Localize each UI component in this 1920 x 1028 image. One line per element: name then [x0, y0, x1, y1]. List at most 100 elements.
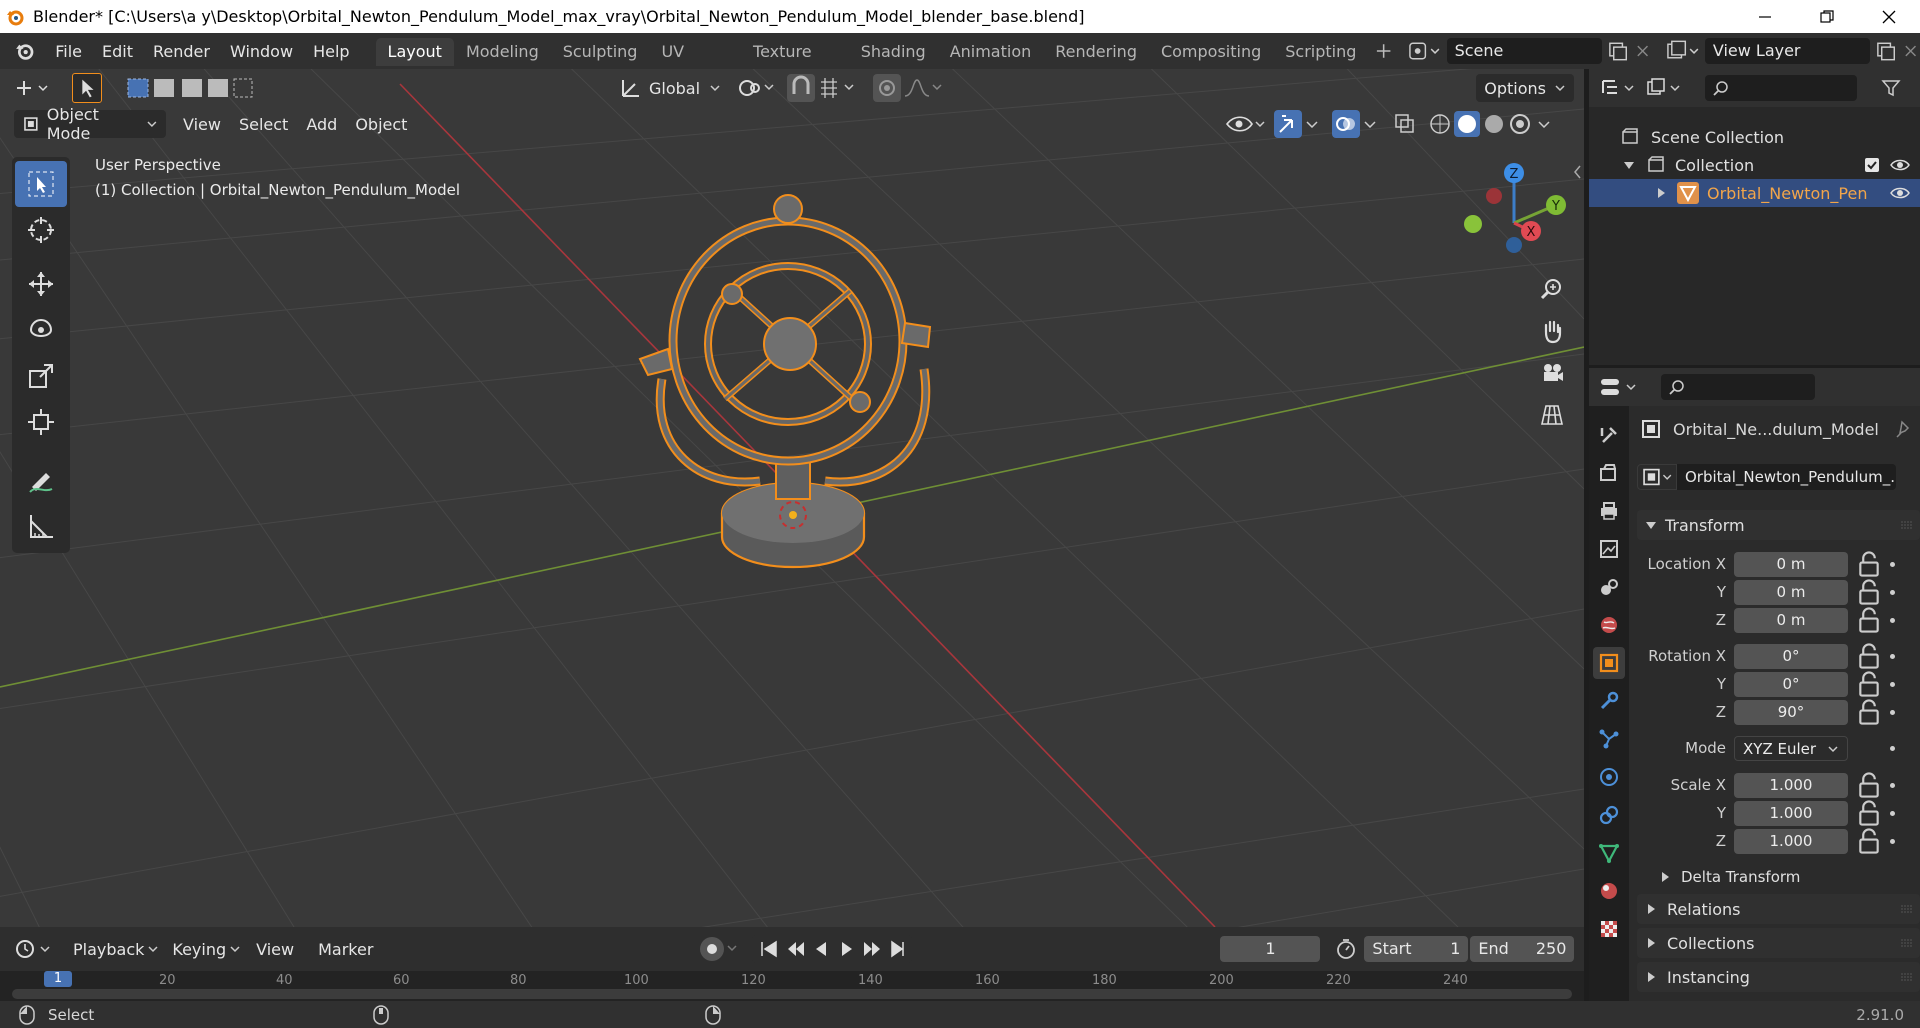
tab-texture-paint[interactable]: Texture Paint: [741, 38, 849, 89]
lock-icon[interactable]: [1856, 551, 1882, 577]
object-browse-icon[interactable]: [1637, 464, 1677, 490]
keyframe-dot[interactable]: [1890, 838, 1895, 844]
lock-icon[interactable]: [1856, 800, 1882, 826]
cursor-tool[interactable]: [15, 207, 67, 253]
new-scene-icon[interactable]: [1606, 39, 1629, 63]
menu-window[interactable]: Window: [220, 42, 303, 61]
expand-arrow-icon[interactable]: [1655, 187, 1667, 199]
keyframe-dot[interactable]: [1890, 709, 1895, 715]
physics-tab[interactable]: [1593, 761, 1625, 793]
tab-rendering[interactable]: Rendering: [1043, 38, 1149, 66]
proportional-editing-icon[interactable]: [873, 74, 902, 102]
chevron-down-icon[interactable]: [1360, 114, 1380, 134]
keyframe-dot[interactable]: [1890, 653, 1895, 659]
keyframe-dot[interactable]: [1890, 561, 1895, 567]
outliner-search-input[interactable]: [1705, 75, 1857, 101]
drag-handle-icon[interactable]: [1900, 938, 1914, 948]
playback-controls[interactable]: [752, 935, 913, 963]
rotation-y-field[interactable]: 0°: [1734, 671, 1848, 697]
viewport-menu-view[interactable]: View: [174, 115, 230, 134]
navigation-gizmo[interactable]: Z Y X: [1450, 159, 1580, 289]
keyframe-dot[interactable]: [1890, 589, 1895, 595]
lock-icon[interactable]: [1856, 671, 1882, 697]
scale-y-field[interactable]: 1.000: [1734, 800, 1848, 826]
particles-tab[interactable]: [1593, 723, 1625, 755]
lock-icon[interactable]: [1856, 643, 1882, 669]
annotate-tool[interactable]: [15, 457, 67, 503]
editor-type-icon[interactable]: [12, 75, 52, 101]
tab-scripting[interactable]: Scripting: [1273, 38, 1368, 66]
keyframe-dot[interactable]: [1890, 681, 1895, 687]
output-tab[interactable]: [1593, 495, 1625, 527]
rotation-x-field[interactable]: 0°: [1734, 643, 1848, 669]
object-mode-dropdown[interactable]: Object Mode: [14, 105, 166, 143]
snap-toggle-icon[interactable]: [787, 74, 816, 102]
render-tab[interactable]: [1593, 457, 1625, 489]
relations-panel-header[interactable]: Relations: [1637, 894, 1920, 924]
scale-x-field[interactable]: 1.000: [1734, 772, 1848, 798]
minimize-button[interactable]: [1734, 0, 1796, 33]
tab-animation[interactable]: Animation: [938, 38, 1044, 66]
properties-search-input[interactable]: [1661, 374, 1815, 400]
end-frame-field[interactable]: End 250: [1470, 936, 1575, 962]
location-x-field[interactable]: 0 m: [1734, 551, 1848, 577]
proportional-falloff-icon[interactable]: [901, 74, 945, 102]
close-button[interactable]: [1858, 0, 1920, 33]
filter-icon[interactable]: [1881, 78, 1901, 98]
object-data-tab[interactable]: [1593, 837, 1625, 869]
select-tool-icon[interactable]: [72, 73, 102, 103]
zoom-button[interactable]: [1534, 271, 1570, 307]
selection-mode-icons[interactable]: [124, 74, 254, 102]
gizmo-toggle-icon[interactable]: [1274, 110, 1303, 138]
shading-mode-icons[interactable]: [1426, 110, 1534, 138]
auto-keying-record-icon[interactable]: [698, 935, 744, 963]
menu-render[interactable]: Render: [143, 42, 220, 61]
measure-tool[interactable]: [15, 503, 67, 549]
checkbox-icon[interactable]: [1864, 157, 1880, 173]
perspective-toggle-button[interactable]: [1534, 397, 1570, 433]
timeline-scrollbar[interactable]: [12, 989, 1572, 999]
constraints-tab[interactable]: [1593, 799, 1625, 831]
playhead-frame[interactable]: 1: [44, 971, 72, 987]
material-tab[interactable]: [1593, 875, 1625, 907]
tab-modeling[interactable]: Modeling: [454, 38, 551, 66]
view-layer-tab[interactable]: [1593, 533, 1625, 565]
3d-viewport[interactable]: Global Options Object Mode View Select A…: [0, 69, 1584, 927]
outliner-collection[interactable]: Collection: [1589, 151, 1920, 179]
lock-icon[interactable]: [1856, 579, 1882, 605]
viewport-menu-select[interactable]: Select: [230, 115, 297, 134]
drag-handle-icon[interactable]: [1900, 972, 1914, 982]
lock-icon[interactable]: [1856, 607, 1882, 633]
outliner-object-row[interactable]: Orbital_Newton_Pen: [1589, 179, 1920, 207]
tab-compositing[interactable]: Compositing: [1149, 38, 1273, 66]
orientation-dropdown[interactable]: Global: [645, 79, 709, 98]
viewport-menu-add[interactable]: Add: [297, 115, 346, 134]
display-mode-icon[interactable]: [1645, 76, 1685, 100]
sidebar-toggle-icon[interactable]: [1572, 164, 1582, 180]
timeline-view-menu[interactable]: View: [247, 940, 303, 959]
scale-tool[interactable]: [15, 353, 67, 399]
options-dropdown[interactable]: Options: [1476, 74, 1574, 102]
object-name-field[interactable]: Orbital_Newton_Pendulum_...: [1677, 464, 1896, 490]
menu-help[interactable]: Help: [303, 42, 359, 61]
pin-icon[interactable]: [1896, 420, 1914, 438]
lock-icon[interactable]: [1856, 828, 1882, 854]
keyframe-dot[interactable]: [1890, 617, 1895, 623]
select-box-tool[interactable]: [15, 161, 67, 207]
playback-menu[interactable]: Playback: [64, 940, 153, 959]
location-z-field[interactable]: 0 m: [1734, 607, 1848, 633]
rotate-tool[interactable]: [15, 307, 67, 353]
view-layer-selector-icon[interactable]: [1666, 39, 1701, 63]
chevron-down-icon[interactable]: [1302, 114, 1322, 134]
tool-settings-tab[interactable]: [1593, 419, 1625, 451]
blender-menu-icon[interactable]: [14, 40, 35, 62]
lock-icon[interactable]: [1856, 699, 1882, 725]
snap-element-icon[interactable]: [815, 74, 859, 102]
eye-icon[interactable]: [1890, 157, 1910, 173]
eye-icon[interactable]: [1890, 185, 1910, 201]
add-workspace-icon[interactable]: [1374, 41, 1393, 61]
instancing-panel-header[interactable]: Instancing: [1637, 962, 1920, 992]
world-tab[interactable]: [1593, 609, 1625, 641]
keyframe-dot[interactable]: [1890, 745, 1895, 751]
chevron-down-icon[interactable]: [1534, 114, 1554, 134]
